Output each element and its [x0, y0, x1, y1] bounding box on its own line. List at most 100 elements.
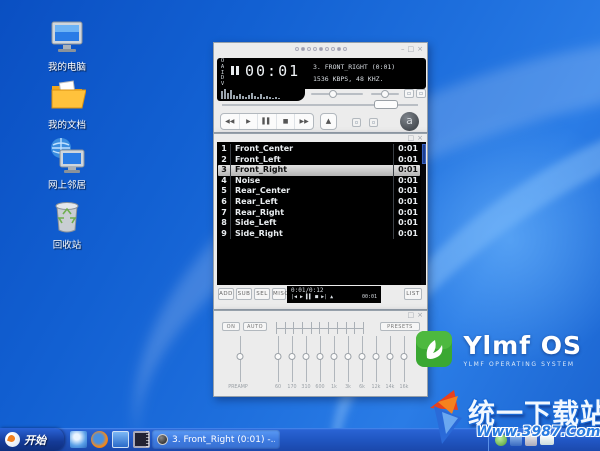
eq-band-slider-170[interactable] [287, 336, 296, 382]
playlist-row[interactable]: 4Noise0:01 [218, 176, 420, 187]
show-desktop-icon[interactable] [112, 431, 129, 448]
balance-slider[interactable] [371, 93, 399, 95]
playlist-list-button[interactable]: LIST [404, 288, 422, 300]
playlist-titlebar[interactable]: □ × [214, 134, 427, 142]
desktop-icon-my-computer[interactable]: 我的电脑 [24, 18, 110, 73]
playlist-row[interactable]: 6Rear_Left0:01 [218, 197, 420, 208]
playlist-row[interactable]: 7Rear_Right0:01 [218, 208, 420, 219]
eq-band-slider-16k[interactable] [399, 336, 408, 382]
eject-button[interactable]: ▲ [320, 113, 337, 130]
pause-button[interactable]: ▌▌ [257, 114, 276, 129]
eq-graph [276, 322, 364, 334]
preamp-slider[interactable] [235, 336, 244, 382]
desktop-icon-label: 回收站 [24, 237, 110, 251]
desktop-icon-my-documents[interactable]: 我的文档 [24, 76, 110, 131]
eq-band-label: 12k [369, 385, 383, 390]
playlist-row-selected[interactable]: 3Front_Right0:01 [218, 165, 420, 176]
playlist-scrollbar[interactable] [421, 142, 426, 285]
volume-slider[interactable] [311, 93, 363, 95]
playlist-row[interactable]: 5Rear_Center0:01 [218, 186, 420, 197]
os-title: Ylmf OS [463, 331, 582, 360]
equalizer-toggle-button[interactable] [404, 89, 414, 98]
seek-handle[interactable] [374, 100, 398, 109]
repeat-button[interactable] [369, 118, 378, 127]
playlist-sub-button[interactable]: SUB [236, 288, 252, 300]
task-button-audacious[interactable]: 3. Front_Right (0:01) -... [152, 430, 280, 449]
eq-band-slider-310[interactable] [301, 336, 310, 382]
shuffle-button[interactable] [352, 118, 361, 127]
os-subtitle: YLMF OPERATING SYSTEM [463, 361, 582, 368]
eq-auto-button[interactable]: AUTO [243, 322, 267, 331]
playlist-row[interactable]: 1Front_Center0:01 [218, 144, 420, 155]
volume-knob[interactable] [329, 90, 337, 98]
shade-icon[interactable]: □ [408, 44, 415, 54]
playlist-toggle-button[interactable] [416, 89, 426, 98]
eq-knob[interactable] [288, 353, 295, 360]
eq-band-slider-14k[interactable] [385, 336, 394, 382]
clutter-bar[interactable]: OAIDV [219, 59, 226, 88]
desktop-icon-recycle-bin[interactable]: 回收站 [24, 196, 110, 251]
player-titlebar[interactable]: – □ × [214, 43, 427, 57]
spectrum-analyzer[interactable] [217, 88, 305, 101]
equalizer-titlebar[interactable]: □ × [214, 311, 427, 319]
eq-band-slider-1k[interactable] [329, 336, 338, 382]
desktop-icon-network-places[interactable]: 网上邻居 [24, 136, 110, 191]
minimize-icon[interactable]: – [401, 44, 405, 54]
browser-icon[interactable] [70, 431, 87, 448]
player-display: OAIDV 00:01 3. FRONT_RIGHT (0:01) 1536 K… [217, 58, 426, 89]
eq-knob[interactable] [302, 353, 309, 360]
time-display[interactable]: 00:01 [245, 62, 300, 80]
playlist-scrollbar-thumb[interactable] [422, 144, 426, 164]
playlist-row[interactable]: 2Front_Left0:01 [218, 155, 420, 166]
playlist-rows: 1Front_Center0:01 2Front_Left0:01 3Front… [218, 144, 420, 239]
eq-band-label: 1k [327, 385, 341, 390]
track-title[interactable]: 3. FRONT_RIGHT (0:01) [313, 63, 395, 71]
shade-icon[interactable]: □ [408, 310, 415, 320]
playlist-misc-button[interactable]: MISC [272, 288, 286, 300]
eq-band-slider-12k[interactable] [371, 336, 380, 382]
eq-knob[interactable] [274, 353, 281, 360]
eq-band-label: 16k [397, 385, 411, 390]
eq-knob[interactable] [400, 353, 407, 360]
close-icon[interactable]: × [417, 44, 423, 54]
next-button[interactable]: ▶▶ [294, 114, 313, 129]
stop-button[interactable]: ■ [276, 114, 295, 129]
eq-on-button[interactable]: ON [222, 322, 240, 331]
eq-knob[interactable] [344, 353, 351, 360]
playlist-position: 0:01/0:12 [287, 286, 381, 294]
eq-knob[interactable] [372, 353, 379, 360]
balance-knob[interactable] [381, 90, 389, 98]
eq-band-slider-60[interactable] [273, 336, 282, 382]
start-logo-icon [5, 432, 20, 447]
player-main-window: – □ × OAIDV 00:01 3. FRONT_RIGHT (0:01) … [213, 42, 428, 133]
close-icon[interactable]: × [417, 310, 423, 320]
previous-button[interactable]: ◀◀ [221, 114, 239, 129]
play-button[interactable]: ▶ [239, 114, 258, 129]
ylmf-logo-icon [413, 328, 455, 370]
eq-knob[interactable] [330, 353, 337, 360]
playlist-area[interactable]: 1Front_Center0:01 2Front_Left0:01 3Front… [217, 142, 426, 285]
start-button[interactable]: 开始 [0, 428, 64, 451]
spectrum-bars [221, 89, 280, 99]
network-places-icon [48, 136, 86, 174]
playlist-mini-controls[interactable]: |◀ ▶ ▌▌ ■ ▶| ▲ [291, 294, 333, 300]
eq-band-slider-6k[interactable] [357, 336, 366, 382]
eq-band-slider-600[interactable] [315, 336, 324, 382]
eq-knob[interactable] [358, 353, 365, 360]
seek-bar[interactable] [222, 104, 418, 106]
preamp-knob[interactable] [236, 353, 243, 360]
eq-knob[interactable] [316, 353, 323, 360]
playlist-row[interactable]: 8Side_Left0:01 [218, 218, 420, 229]
eq-band-label: 14k [383, 385, 397, 390]
playlist-sel-button[interactable]: SEL [254, 288, 270, 300]
audacious-logo-button[interactable]: a [400, 112, 419, 131]
playlist-add-button[interactable]: ADD [218, 288, 234, 300]
firefox-icon[interactable] [91, 431, 108, 448]
eq-band-label: 3k [341, 385, 355, 390]
eq-band-label: 170 [285, 385, 299, 390]
eq-band-label: 6k [355, 385, 369, 390]
eq-band-slider-3k[interactable] [343, 336, 352, 382]
eq-knob[interactable] [386, 353, 393, 360]
playlist-window: □ × 1Front_Center0:01 2Front_Left0:01 3F… [213, 133, 428, 310]
playlist-row[interactable]: 9Side_Right0:01 [218, 229, 420, 240]
